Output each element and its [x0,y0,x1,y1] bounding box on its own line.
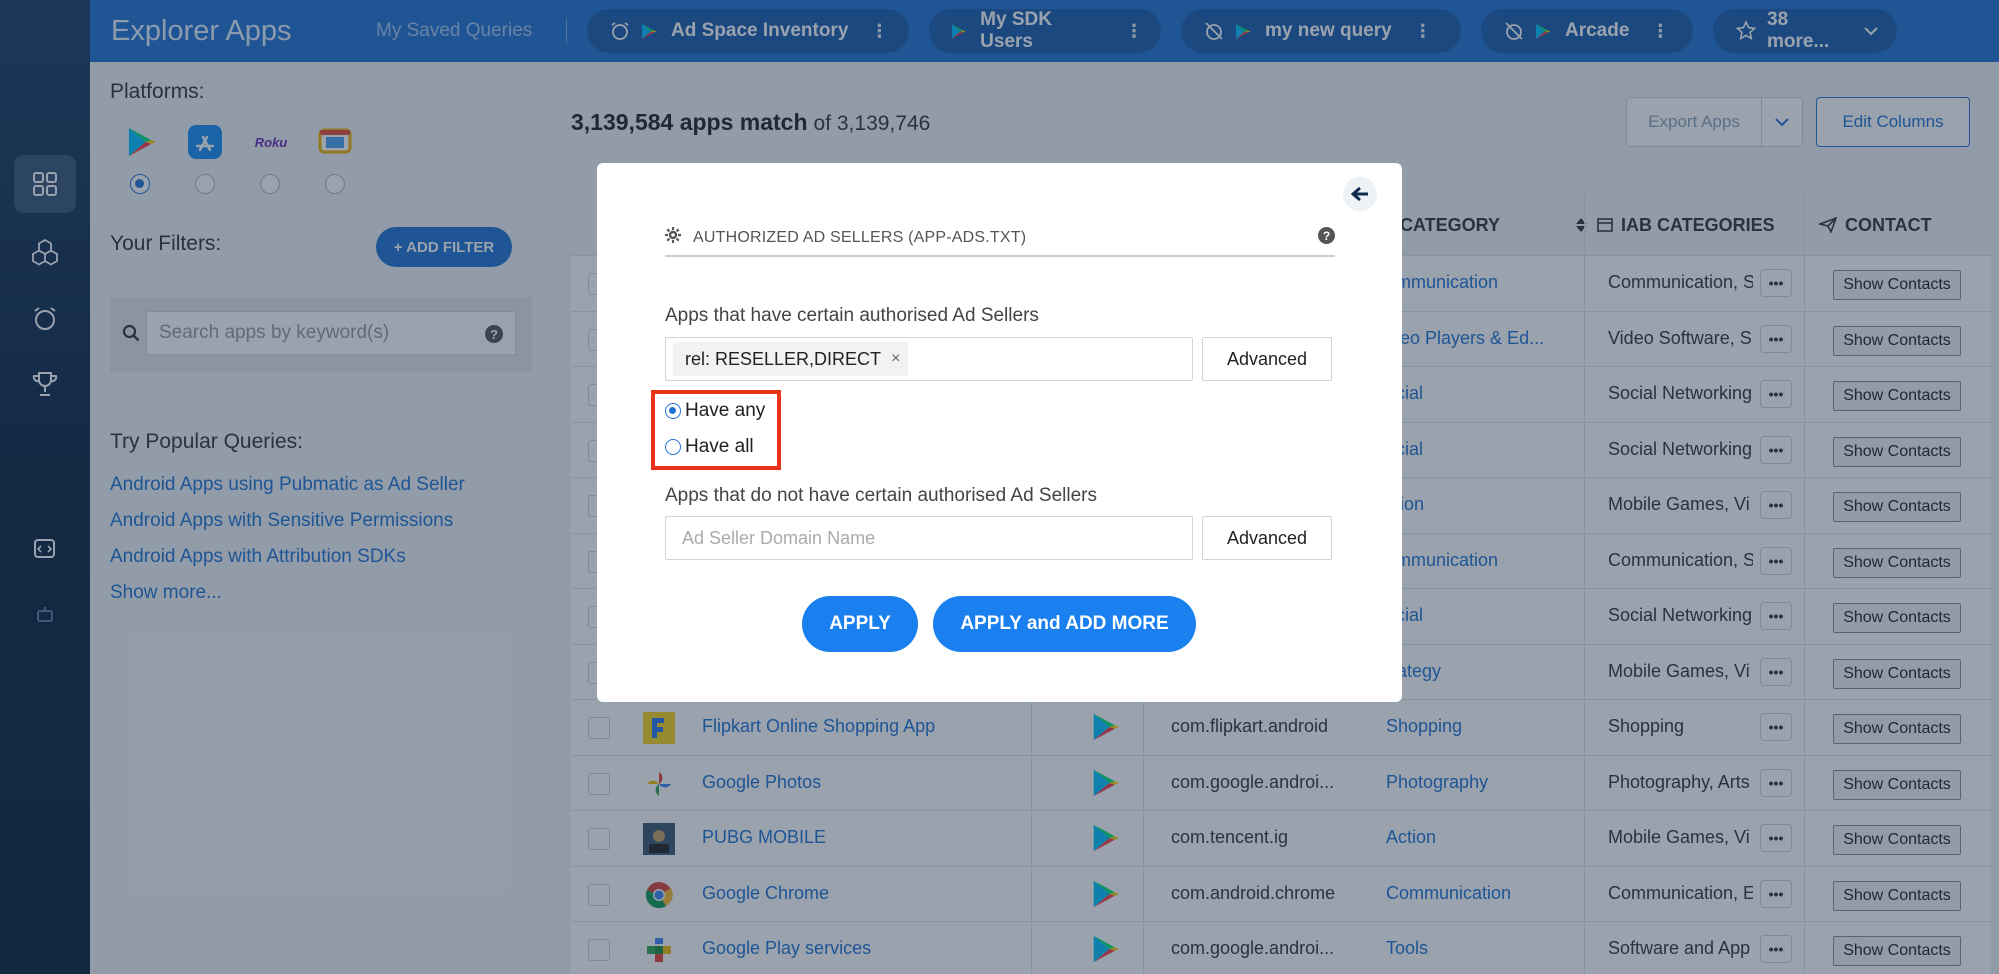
help-icon[interactable]: ? [1318,227,1335,244]
seller-tag: rel: RESELLER,DIRECT × [673,342,909,376]
apply-and-add-more-button[interactable]: APPLY and ADD MORE [933,596,1196,652]
radio-button[interactable] [665,403,681,419]
arrow-left-icon [1351,186,1368,202]
radio-have-all[interactable]: Have all [665,436,754,458]
ad-seller-placeholder: Ad Seller Domain Name [682,527,876,548]
radio-have-any[interactable]: Have any [665,400,765,422]
apply-button[interactable]: APPLY [802,596,918,652]
not-have-sellers-label: Apps that do not have certain authorised… [665,485,1097,506]
radio-label: Have any [685,400,766,421]
not-have-sellers-input[interactable]: Ad Seller Domain Name [665,516,1193,560]
gear-icon [665,227,681,248]
tag-label: rel: RESELLER,DIRECT [685,348,882,369]
have-sellers-input[interactable]: rel: RESELLER,DIRECT × [665,337,1193,381]
modal-header: AUTHORIZED AD SELLERS (APP-ADS.TXT) ? [665,225,1335,257]
radio-label: Have all [685,436,754,457]
have-sellers-label: Apps that have certain authorised Ad Sel… [665,305,1039,326]
back-button[interactable] [1343,177,1377,211]
tag-remove-icon[interactable]: × [891,350,900,368]
modal-title: AUTHORIZED AD SELLERS (APP-ADS.TXT) [693,229,1027,246]
advanced-button-have[interactable]: Advanced [1202,337,1332,381]
radio-button[interactable] [665,439,681,455]
advanced-button-not-have[interactable]: Advanced [1202,516,1332,560]
ad-sellers-modal: AUTHORIZED AD SELLERS (APP-ADS.TXT) ? Ap… [597,163,1402,702]
